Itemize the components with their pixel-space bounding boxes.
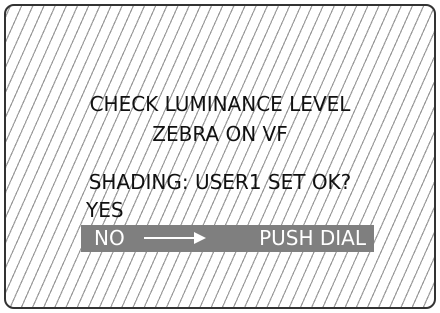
message-line-1: CHECK LUMINANCE LEVEL (6, 92, 434, 116)
shading-prompt-text: SHADING: USER1 SET OK? (88, 170, 352, 194)
zebra-on-vf-text: ZEBRA ON VF (152, 122, 288, 146)
option-no-selected[interactable]: NO PUSH DIAL (81, 225, 374, 252)
option-no-label: NO (94, 226, 125, 250)
push-dial-hint: PUSH DIAL (259, 226, 366, 250)
check-luminance-text: CHECK LUMINANCE LEVEL (89, 92, 351, 116)
viewfinder-screen: CHECK LUMINANCE LEVEL ZEBRA ON VF SHADIN… (4, 4, 436, 309)
option-yes[interactable]: YES (86, 198, 124, 222)
message-line-2: ZEBRA ON VF (6, 122, 434, 146)
right-arrow-icon (144, 232, 206, 244)
prompt-line: SHADING: USER1 SET OK? (6, 170, 434, 194)
